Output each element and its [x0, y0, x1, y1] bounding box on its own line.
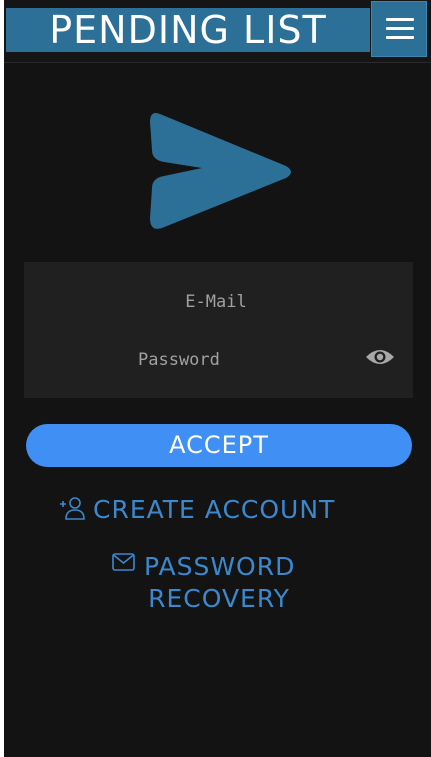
mail-icon: [112, 553, 135, 571]
user-plus-icon: [60, 497, 85, 520]
accept-button[interactable]: ACCEPT: [26, 424, 412, 467]
app-root: PENDING LIST ACCEPT CREATE ACCOUNT: [4, 0, 431, 757]
page-title: PENDING LIST: [49, 8, 327, 52]
top-bar: PENDING LIST: [4, 0, 431, 63]
hamburger-menu-icon: [386, 18, 414, 21]
login-form: [24, 262, 413, 398]
play-arrow-logo: [150, 113, 291, 229]
menu-button[interactable]: [371, 1, 427, 57]
hamburger-menu-icon-middle: [386, 27, 414, 30]
create-account-label: CREATE ACCOUNT: [93, 495, 336, 524]
password-recovery-line1: PASSWORD: [84, 550, 354, 584]
email-field[interactable]: [114, 286, 318, 318]
password-recovery-link[interactable]: PASSWORD RECOVERY: [84, 550, 354, 616]
password-recovery-label-1: PASSWORD: [144, 552, 296, 581]
title-banner: PENDING LIST: [6, 8, 370, 52]
password-field[interactable]: [136, 344, 340, 376]
hamburger-menu-icon-bottom: [386, 36, 414, 39]
create-account-link[interactable]: CREATE ACCOUNT: [58, 493, 388, 527]
password-recovery-label-2: RECOVERY: [148, 584, 290, 613]
eye-icon[interactable]: [365, 347, 395, 367]
